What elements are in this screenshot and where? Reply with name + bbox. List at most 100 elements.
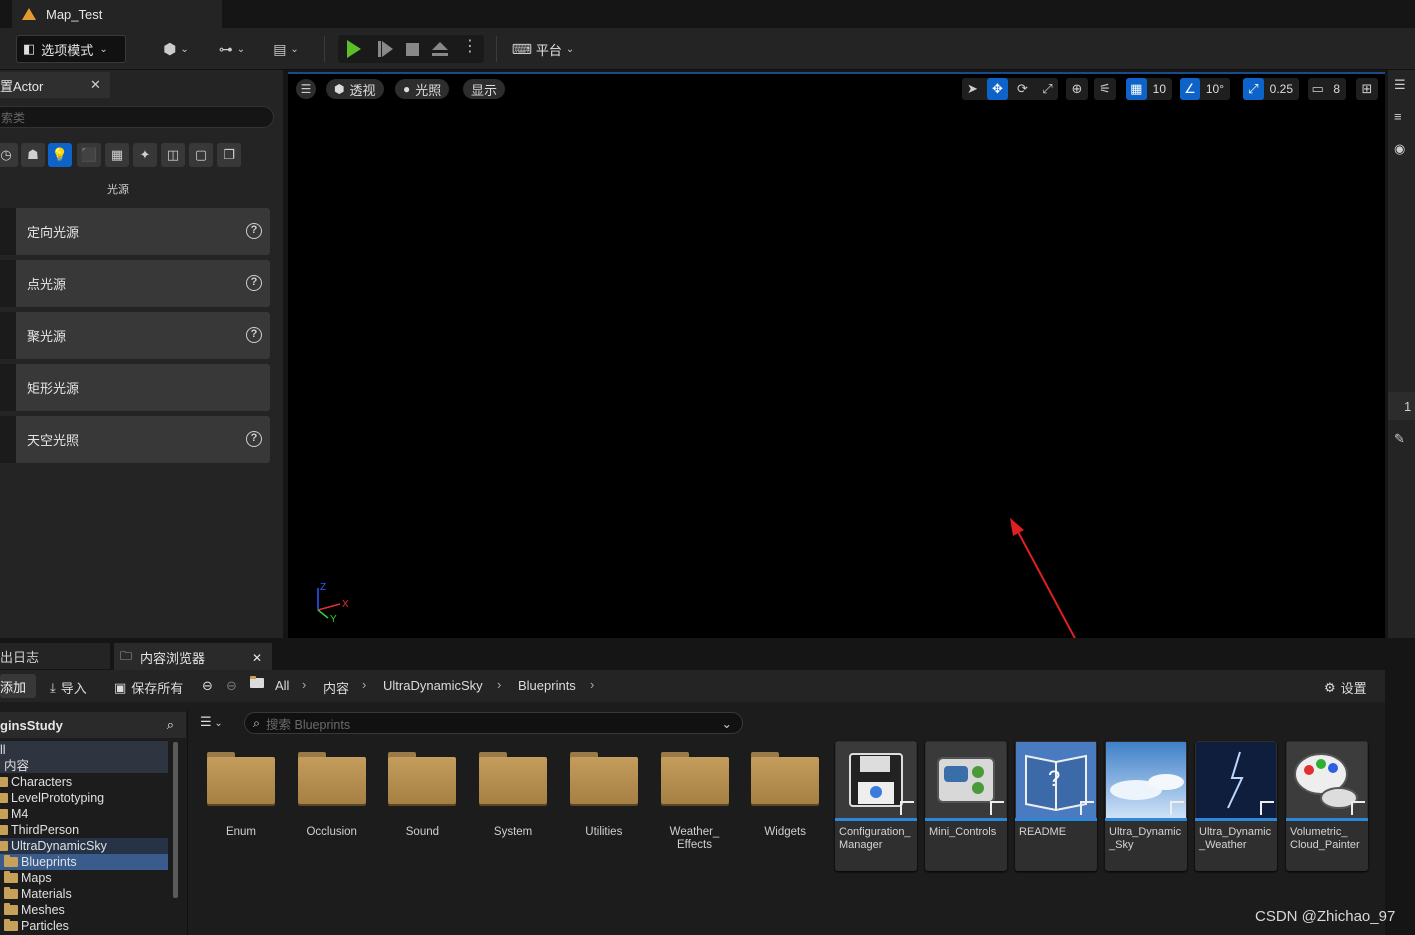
save-all-label: 保存所有 bbox=[131, 681, 184, 696]
folder-tile-icon[interactable] bbox=[207, 752, 275, 804]
tree-item-label: UltraDynamicSky bbox=[11, 839, 107, 853]
folder-icon bbox=[0, 777, 8, 787]
tree-item[interactable]: Characters bbox=[0, 774, 72, 790]
folder-icon bbox=[0, 809, 8, 819]
tree-item[interactable]: LevelPrototyping bbox=[0, 790, 104, 806]
folder-tile-icon[interactable] bbox=[388, 752, 457, 804]
content-browser-tab-label: 内容浏览器 bbox=[140, 651, 206, 666]
add-button[interactable]: 添加 bbox=[0, 674, 36, 698]
folder-tile-label[interactable]: Utilities bbox=[559, 826, 649, 839]
asset-tile[interactable]: Ultra_Dynamic _Sky bbox=[1105, 741, 1187, 871]
back-button[interactable]: ⊖ bbox=[202, 678, 213, 694]
folder-icon bbox=[0, 793, 8, 803]
filter-icon: ☰ bbox=[200, 714, 212, 729]
forward-button[interactable]: ⊖ bbox=[226, 678, 237, 694]
svg-text:?: ? bbox=[1048, 766, 1060, 791]
save-all-button[interactable]: ▣ 保存所有 bbox=[114, 678, 183, 697]
close-icon[interactable]: ✕ bbox=[252, 651, 262, 665]
folder-tile-icon[interactable] bbox=[751, 752, 820, 804]
folder-path-icon bbox=[250, 676, 264, 688]
folder-tile-label[interactable]: Weather_ Effects bbox=[650, 826, 740, 852]
folder-icon bbox=[0, 825, 8, 835]
blueprint-class-icon bbox=[1170, 801, 1184, 815]
asset-type-stripe bbox=[1015, 818, 1097, 821]
folder-icon bbox=[4, 919, 18, 931]
asset-type-stripe bbox=[1105, 818, 1187, 821]
tree-item[interactable]: Materials bbox=[4, 886, 72, 902]
asset-tile[interactable]: Configuration_ Manager bbox=[835, 741, 917, 871]
tree-item-label: Materials bbox=[21, 887, 72, 901]
breadcrumb-ultradynamicsky[interactable]: UltraDynamicSky bbox=[383, 678, 483, 693]
tree-item-label: Blueprints bbox=[21, 855, 77, 869]
folder-tile-label[interactable]: System bbox=[468, 826, 558, 839]
tree-item[interactable]: Particles bbox=[4, 918, 69, 934]
blueprint-class-icon bbox=[990, 801, 1004, 815]
breadcrumb-content[interactable]: 内容 bbox=[323, 678, 349, 697]
asset-tile-label: Configuration_ Manager bbox=[839, 826, 911, 851]
save-icon: ▣ bbox=[114, 679, 127, 695]
asset-type-stripe bbox=[835, 818, 917, 821]
asset-tile[interactable]: Mini_Controls bbox=[925, 741, 1007, 871]
tree-item-label: LevelPrototyping bbox=[11, 791, 105, 805]
asset-tile-label: Volumetric_ Cloud_Painter bbox=[1290, 826, 1360, 851]
asset-tile-label: README bbox=[1019, 826, 1067, 838]
watermark: CSDN @Zhichao_97 bbox=[1255, 908, 1396, 925]
asset-search-placeholder: 搜索 Blueprints bbox=[266, 717, 351, 732]
tree-item[interactable]: ThirdPerson bbox=[0, 822, 79, 838]
tree-scrollbar[interactable] bbox=[173, 742, 178, 898]
folder-tile-icon[interactable] bbox=[660, 752, 729, 804]
asset-search-input[interactable]: ⌕ 搜索 Blueprints ⌄ bbox=[244, 712, 743, 734]
forward-arrow-icon: ⊖ bbox=[226, 678, 237, 693]
settings-button[interactable]: ⚙ 设置 bbox=[1324, 678, 1367, 697]
tree-item[interactable]: Maps bbox=[4, 870, 52, 886]
content-browser-tab[interactable]: 🗀 内容浏览器 ✕ bbox=[114, 643, 272, 670]
tree-item[interactable]: UltraDynamicSky bbox=[0, 838, 107, 854]
tree-item-label: Maps bbox=[21, 871, 52, 885]
asset-tile-label: Ultra_Dynamic _Sky bbox=[1109, 826, 1182, 851]
chevron-down-icon[interactable]: ⌄ bbox=[722, 716, 732, 731]
filter-button[interactable]: ☰ ⌄ bbox=[200, 714, 236, 732]
folder-tile-icon[interactable] bbox=[569, 752, 638, 804]
tree-item[interactable]: 内容 bbox=[0, 758, 29, 774]
asset-tile[interactable]: ? README bbox=[1015, 741, 1097, 871]
folder-tile-label[interactable]: Occlusion bbox=[287, 826, 377, 839]
asset-tile[interactable]: Ultra_Dynamic _Weather bbox=[1195, 741, 1277, 871]
folder-tile-icon[interactable] bbox=[479, 752, 548, 804]
blueprint-class-icon bbox=[1260, 801, 1274, 815]
output-log-tab[interactable]: 出日志 bbox=[0, 643, 110, 669]
add-label: 添加 bbox=[0, 679, 27, 695]
folder-icon bbox=[4, 887, 18, 899]
breadcrumb-blueprints[interactable]: Blueprints bbox=[518, 678, 576, 693]
asset-tile-label: Mini_Controls bbox=[929, 826, 997, 838]
folder-icon bbox=[4, 871, 18, 883]
folder-tile-label[interactable]: Sound bbox=[377, 826, 467, 839]
blueprint-class-icon bbox=[900, 801, 914, 815]
tree-item-label: ll bbox=[0, 743, 6, 757]
folder-icon bbox=[0, 841, 8, 851]
tree-item[interactable]: Blueprints bbox=[4, 854, 77, 870]
tree-item[interactable]: Meshes bbox=[4, 902, 65, 918]
folder-icon bbox=[4, 855, 18, 867]
content-browser-icon: 🗀 bbox=[120, 649, 133, 663]
import-label: 导入 bbox=[60, 681, 87, 696]
gear-icon: ⚙ bbox=[1324, 679, 1336, 695]
blueprint-class-icon bbox=[1351, 801, 1365, 815]
tree-item[interactable]: ll bbox=[0, 742, 6, 758]
asset-tile-label: Ultra_Dynamic _Weather bbox=[1199, 826, 1272, 851]
folder-icon bbox=[4, 903, 18, 915]
folder-tile-label[interactable]: Widgets bbox=[740, 826, 830, 839]
folder-tile-label[interactable]: Enum bbox=[196, 826, 286, 839]
breadcrumb-all[interactable]: All bbox=[275, 678, 289, 693]
asset-tile[interactable]: Volumetric_ Cloud_Painter bbox=[1286, 741, 1368, 871]
search-icon: ⌕ bbox=[253, 715, 261, 730]
search-icon[interactable]: ⌕ bbox=[167, 717, 174, 733]
tree-item[interactable]: M4 bbox=[0, 806, 28, 822]
folder-tile-icon[interactable] bbox=[297, 752, 366, 804]
sources-header[interactable]: ginsStudy ⌕ bbox=[0, 712, 186, 738]
breadcrumb-separator-icon: › bbox=[362, 677, 367, 692]
breadcrumb-separator-icon: › bbox=[302, 677, 307, 692]
import-button[interactable]: ⤓ 导入 bbox=[50, 678, 87, 697]
settings-label: 设置 bbox=[1340, 681, 1367, 696]
output-log-tab-label: 出日志 bbox=[0, 649, 40, 665]
tree-item-label: Characters bbox=[11, 775, 73, 789]
